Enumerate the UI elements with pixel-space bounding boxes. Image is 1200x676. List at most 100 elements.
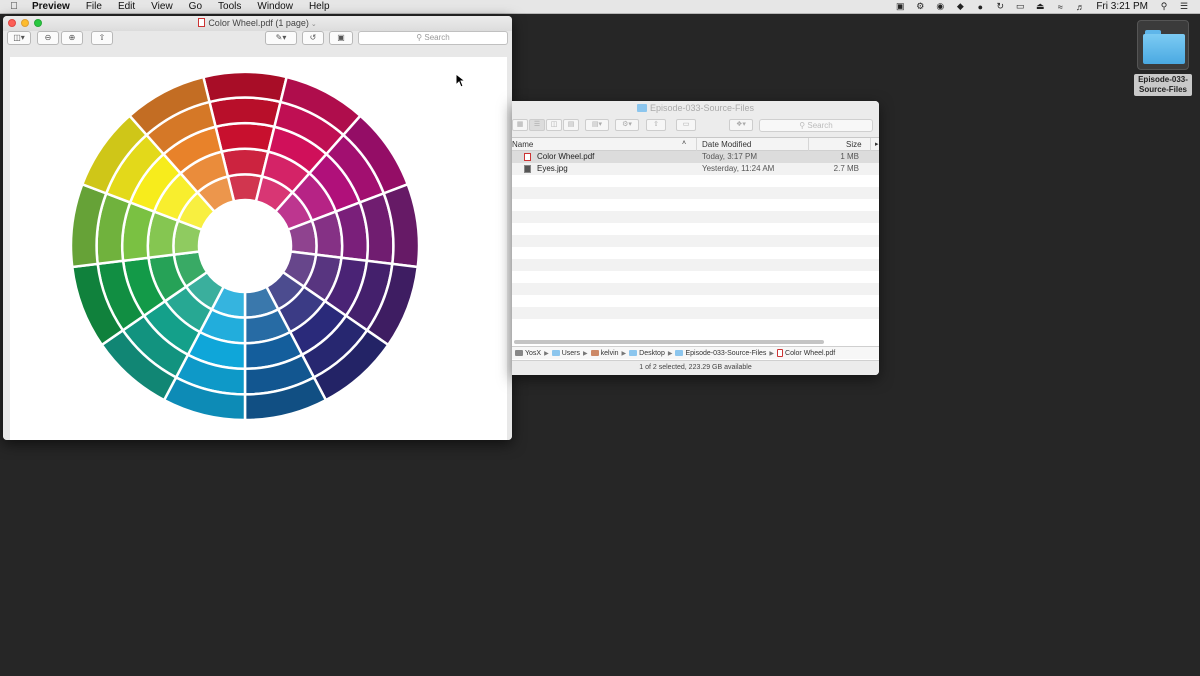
file-size: 1 MB bbox=[840, 152, 859, 161]
pdf-file-icon bbox=[524, 153, 531, 161]
tag-icon: ▭ bbox=[682, 121, 690, 128]
path-item-home[interactable]: kelvin bbox=[590, 349, 619, 357]
camera-icon[interactable]: ▣ bbox=[890, 1, 910, 12]
menu-file[interactable]: File bbox=[78, 0, 110, 14]
menu-help[interactable]: Help bbox=[301, 0, 338, 14]
folder-icon bbox=[1137, 20, 1189, 70]
volume-icon[interactable]: ♬ bbox=[1070, 2, 1090, 12]
creative-cloud-icon[interactable]: ◉ bbox=[930, 1, 950, 12]
cloud-icon[interactable]: ● bbox=[970, 2, 990, 12]
finder-toolbar: ▦ ☰ ◫ ▤ ▤▾ ⚙▾ ⇧ ▭ ❖▾ ⚲ Search bbox=[512, 114, 879, 138]
rotate-button[interactable]: ↺ bbox=[302, 31, 324, 45]
horizontal-scrollbar[interactable] bbox=[514, 340, 824, 344]
file-date: Yesterday, 11:24 AM bbox=[702, 164, 775, 173]
empty-row bbox=[512, 307, 879, 319]
menu-edit[interactable]: Edit bbox=[110, 0, 143, 14]
chevron-right-icon: ▶ bbox=[583, 350, 588, 357]
toolbox-button[interactable]: ▣ bbox=[329, 31, 353, 45]
path-item-folder[interactable]: Episode-033-Source-Files bbox=[675, 350, 766, 357]
file-size: 2.7 MB bbox=[833, 164, 859, 173]
color-wheel-center bbox=[199, 200, 291, 292]
status-area: ▣ ⚙ ◉ ◆ ● ↻ ▭ ⏏ ≈ ♬ Fri 3:21 PM ⚲ ☰ bbox=[890, 1, 1200, 12]
search-placeholder: Search bbox=[424, 33, 450, 42]
rotate-icon: ↺ bbox=[309, 33, 317, 42]
folder-icon bbox=[629, 350, 638, 356]
menu-app[interactable]: Preview bbox=[28, 0, 78, 14]
sidebar-icon: ◫▾ bbox=[13, 33, 25, 42]
time-machine-icon[interactable]: ↻ bbox=[990, 1, 1010, 12]
empty-row bbox=[512, 319, 879, 331]
column-header: Name ˄ Date Modified Size ▸ bbox=[512, 138, 879, 151]
zoom-in-button[interactable]: ⊕ bbox=[61, 31, 83, 45]
eject-icon[interactable]: ⏏ bbox=[1030, 1, 1050, 12]
file-row[interactable]: Color Wheel.pdf Today, 3:17 PM 1 MB bbox=[512, 151, 879, 163]
column-kind-chevron-icon[interactable]: ▸ bbox=[875, 140, 879, 148]
menu-clock[interactable]: Fri 3:21 PM bbox=[1090, 1, 1154, 12]
disk-icon bbox=[515, 350, 523, 356]
spotlight-search-icon[interactable]: ⚲ bbox=[1154, 1, 1174, 12]
toolbox-icon: ▣ bbox=[337, 33, 345, 42]
path-item-users[interactable]: Users bbox=[551, 350, 580, 357]
mouse-cursor-icon bbox=[456, 74, 466, 88]
file-row[interactable]: Eyes.jpg Yesterday, 11:24 AM 2.7 MB bbox=[512, 163, 879, 175]
finder-window: Episode-033-Source-Files ▦ ☰ ◫ ▤ ▤▾ ⚙▾ ⇧… bbox=[512, 101, 879, 375]
folder-icon bbox=[675, 350, 684, 356]
action-button[interactable]: ⚙▾ bbox=[615, 119, 639, 131]
view-icon-button[interactable]: ▦ bbox=[512, 119, 528, 131]
empty-row bbox=[512, 247, 879, 259]
column-date[interactable]: Date Modified bbox=[702, 140, 751, 149]
gear-icon[interactable]: ⚙ bbox=[910, 1, 930, 12]
document-canvas[interactable] bbox=[3, 57, 512, 440]
finder-titlebar[interactable]: Episode-033-Source-Files bbox=[512, 101, 879, 114]
menu-go[interactable]: Go bbox=[181, 0, 210, 14]
image-file-icon bbox=[524, 165, 531, 173]
path-bar: YosX ▶ Users ▶ kelvin ▶ Desktop ▶ Episod… bbox=[512, 346, 879, 359]
column-name[interactable]: Name bbox=[512, 140, 533, 149]
preview-toolbar: ◫▾ ⊖ ⊕ ⇧ ✎▾ ↺ ▣ ⚲ Search bbox=[3, 16, 512, 57]
share-button[interactable]: ⇧ bbox=[646, 119, 666, 131]
sidebar-toggle-button[interactable]: ◫▾ bbox=[7, 31, 31, 45]
view-list-button[interactable]: ☰ bbox=[529, 119, 545, 131]
view-columns-button[interactable]: ◫ bbox=[546, 119, 562, 131]
home-icon bbox=[590, 350, 599, 356]
menu-window[interactable]: Window bbox=[249, 0, 301, 14]
column-size[interactable]: Size bbox=[846, 140, 862, 149]
grid-icon: ▦ bbox=[516, 121, 524, 128]
sort-chevron-up-icon[interactable]: ˄ bbox=[682, 140, 686, 147]
path-item-disk[interactable]: YosX bbox=[515, 350, 541, 357]
path-item-desktop[interactable]: Desktop bbox=[629, 350, 665, 357]
chevron-right-icon: ▶ bbox=[621, 350, 627, 357]
path-label: kelvin bbox=[600, 349, 619, 357]
apple-icon[interactable]:  bbox=[0, 1, 28, 12]
arrange-button[interactable]: ▤▾ bbox=[585, 119, 609, 131]
zoom-out-icon: ⊖ bbox=[44, 33, 52, 42]
file-name: Color Wheel.pdf bbox=[537, 152, 595, 161]
empty-row bbox=[512, 283, 879, 295]
search-input[interactable]: ⚲ Search bbox=[358, 31, 508, 45]
path-item-file[interactable]: Color Wheel.pdf bbox=[777, 349, 835, 357]
dropbox-button[interactable]: ❖▾ bbox=[729, 119, 753, 131]
dropbox-icon: ❖▾ bbox=[736, 121, 746, 128]
empty-row bbox=[512, 295, 879, 307]
file-date: Today, 3:17 PM bbox=[702, 152, 757, 161]
folder-icon bbox=[551, 350, 560, 356]
tags-button[interactable]: ▭ bbox=[676, 119, 696, 131]
finder-search-input[interactable]: ⚲ Search bbox=[759, 119, 873, 132]
menu-tools[interactable]: Tools bbox=[210, 0, 249, 14]
share-button[interactable]: ⇧ bbox=[91, 31, 113, 45]
file-name: Eyes.jpg bbox=[537, 164, 568, 173]
app-badge-icon[interactable]: ◆ bbox=[950, 1, 970, 12]
markup-button[interactable]: ✎▾ bbox=[265, 31, 297, 45]
chevron-right-icon: ▶ bbox=[544, 350, 549, 357]
menu-view[interactable]: View bbox=[143, 0, 181, 14]
desktop-folder[interactable]: Episode-033-Source-Files bbox=[1134, 20, 1192, 96]
empty-row bbox=[512, 199, 879, 211]
path-label: YosX bbox=[525, 349, 542, 357]
zoom-out-button[interactable]: ⊖ bbox=[37, 31, 59, 45]
display-icon[interactable]: ▭ bbox=[1010, 1, 1030, 12]
notification-center-icon[interactable]: ☰ bbox=[1174, 1, 1194, 12]
view-coverflow-button[interactable]: ▤ bbox=[563, 119, 579, 131]
zoom-in-icon: ⊕ bbox=[68, 33, 76, 42]
wifi-icon[interactable]: ≈ bbox=[1050, 2, 1070, 12]
coverflow-icon: ▤ bbox=[567, 121, 575, 128]
